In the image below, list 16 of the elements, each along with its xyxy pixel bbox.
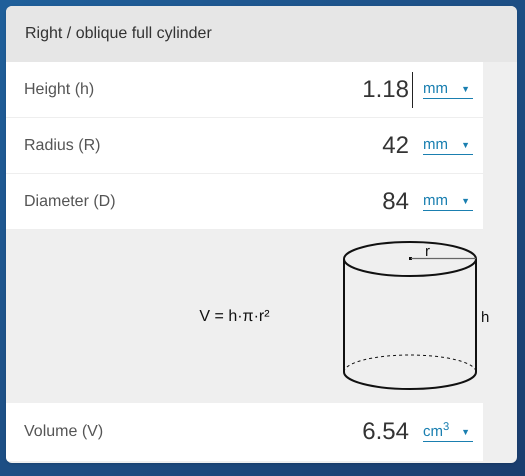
field-label: Height (h) — [24, 80, 96, 100]
value-input[interactable]: 84 — [382, 184, 413, 220]
result-value: 6.54 — [362, 417, 410, 447]
value-input[interactable]: 1.18 — [362, 72, 413, 108]
volume-formula: V = h·π·r² — [199, 306, 270, 326]
unit-dropdown[interactable]: mm ▼ — [423, 192, 473, 211]
unit-dropdown[interactable]: mm ▼ — [423, 136, 473, 155]
field-label: Volume (V) — [24, 422, 104, 442]
radius-label: r — [425, 242, 430, 260]
height-label: h — [481, 308, 490, 326]
value-input[interactable]: 42 — [382, 128, 413, 164]
field-label: Diameter (D) — [24, 192, 117, 212]
field-label: Radius (R) — [24, 136, 102, 156]
card-title: Right / oblique full cylinder — [25, 24, 212, 44]
unit-dropdown[interactable]: mm ▼ — [423, 80, 473, 99]
unit-dropdown[interactable]: cm$^{3}$ ▼ — [423, 422, 473, 442]
